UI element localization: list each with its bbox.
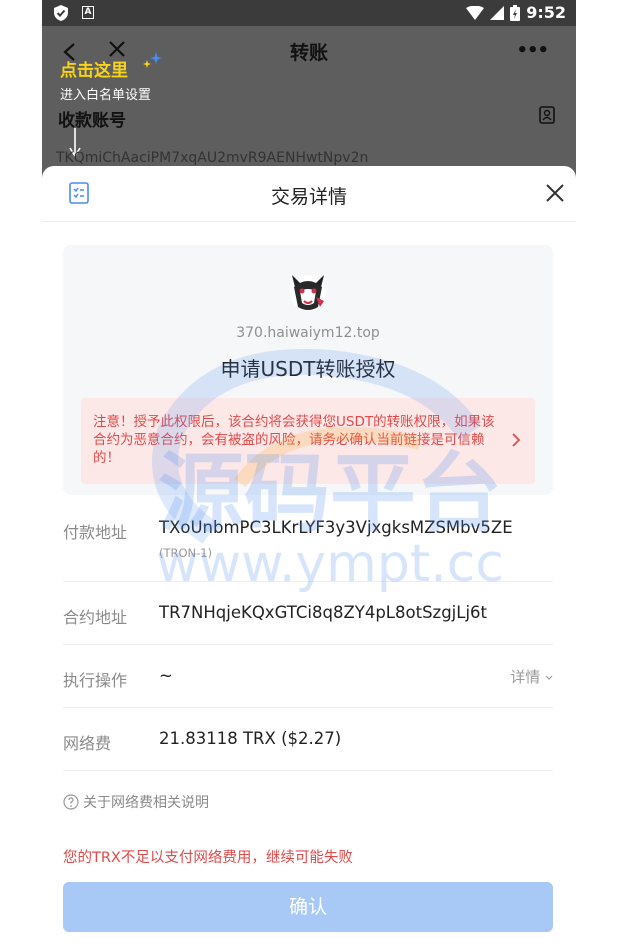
payer-network: (TRON-1)	[159, 546, 213, 560]
fee-help-link[interactable]: 关于网络费相关说明	[63, 792, 209, 812]
confirm-button[interactable]: 确认	[63, 882, 553, 932]
whitelist-hint-sub: 进入白名单设置	[60, 88, 152, 103]
action-row: 执行操作 ~ 详情	[63, 645, 553, 708]
shield-icon	[54, 5, 68, 21]
phone-screen: A 9:52 转账 ••• 点击这里 进入白名单设置 收款账号 TKQmiChA…	[42, 0, 576, 945]
request-title: 申请USDT转账授权	[220, 357, 396, 381]
contacts-icon[interactable]	[538, 106, 556, 124]
insufficient-fee-warning: 您的TRX不足以支付网络费用，继续可能失败	[63, 850, 353, 866]
close-icon[interactable]	[546, 184, 564, 202]
network-fee-row: 网络费 21.83118 TRX ($2.27)	[63, 708, 553, 771]
status-right: 9:52	[466, 3, 566, 22]
more-options-icon[interactable]: •••	[516, 40, 549, 61]
fee-value: 21.83118 TRX ($2.27)	[159, 729, 342, 748]
question-icon	[63, 794, 79, 810]
sheet-header: 交易详情	[42, 166, 576, 222]
warning-box[interactable]: 注意！授予此权限后，该合约将会获得您USDT的转账权限，如果该合约为恶意合约，会…	[81, 398, 535, 484]
contract-address[interactable]: TR7NHqjeKQxGTCi8q8ZY4pL8otSzgjLj6t	[159, 603, 487, 622]
fee-help-text: 关于网络费相关说明	[83, 795, 209, 811]
action-value: ~	[159, 666, 173, 685]
transaction-details-sheet: 交易详情 370.haiwaiym12.top 申请USDT转账授权 注意！授予…	[42, 166, 576, 945]
payer-address[interactable]: TXoUnbmPC3LKrLYF3y3VjxgksMZSMbv5ZE	[159, 518, 513, 537]
receiver-address[interactable]: TKQmiChAaciPM7xqAU2mvR9AENHwtNpv2n	[56, 150, 368, 166]
whitelist-hint-title[interactable]: 点击这里	[60, 56, 128, 81]
chevron-down-icon	[545, 675, 553, 680]
right-margin	[576, 0, 619, 945]
contract-address-row: 合约地址 TR7NHqjeKQxGTCi8q8ZY4pL8otSzgjLj6t	[63, 582, 553, 645]
dapp-logo-icon	[290, 275, 326, 311]
fee-label: 网络费	[63, 734, 112, 753]
sheet-title: 交易详情	[270, 186, 347, 208]
dapp-domain: 370.haiwaiym12.top	[236, 325, 380, 341]
contract-label: 合约地址	[63, 608, 128, 627]
signal-icon	[490, 5, 505, 20]
action-label: 执行操作	[63, 671, 128, 690]
wifi-icon	[466, 5, 485, 20]
sparkle-icon	[143, 52, 162, 68]
payer-address-row: 付款地址 TXoUnbmPC3LKrLYF3y3VjxgksMZSMbv5ZE …	[63, 495, 553, 582]
payer-label: 付款地址	[63, 523, 128, 542]
battery-icon	[510, 4, 521, 21]
warning-text: 注意！授予此权限后，该合约将会获得您USDT的转账权限，如果该合约为恶意合约，会…	[93, 414, 495, 466]
chevron-right-icon	[512, 433, 521, 447]
status-bar: A 9:52	[42, 0, 576, 26]
action-details-label: 详情	[510, 668, 541, 686]
action-details-link[interactable]: 详情	[510, 666, 553, 687]
dapp-request-card: 370.haiwaiym12.top 申请USDT转账授权 注意！授予此权限后，…	[63, 245, 553, 495]
app-badge-icon: A	[82, 6, 94, 19]
status-time: 9:52	[526, 3, 566, 22]
